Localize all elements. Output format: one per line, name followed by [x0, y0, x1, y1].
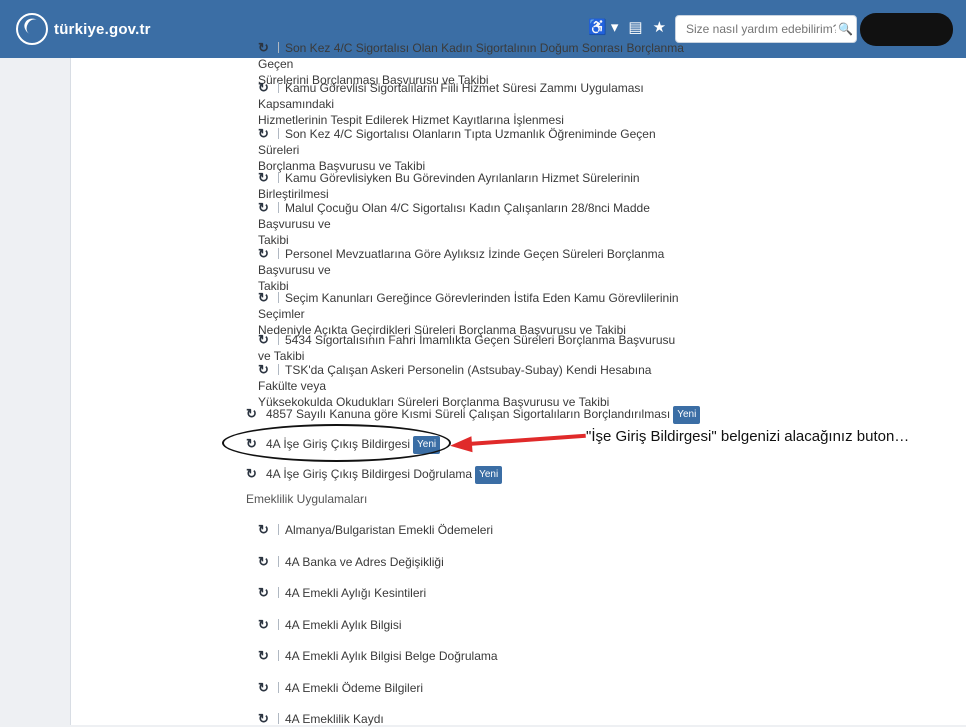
search-input[interactable]	[684, 21, 838, 37]
emeklilik-item[interactable]: Almanya/Bulgaristan Emekli Ödemeleri	[258, 522, 493, 538]
refresh-icon	[258, 80, 272, 96]
service-label: 4A Emekli Aylığı Kesintileri	[285, 586, 427, 600]
separator	[278, 172, 279, 183]
service-label: TSK'da Çalışan Askeri Personelin (Astsub…	[258, 363, 652, 393]
service-label: 4857 Sayılı Kanuna göre Kısmi Süreli Çal…	[266, 407, 671, 421]
service-item[interactable]: Malul Çocuğu Olan 4/C Sigortalısı Kadın …	[258, 200, 688, 248]
service-item[interactable]: Kamu Görevlisiyken Bu Görevinden Ayrılan…	[258, 170, 688, 202]
refresh-icon	[258, 290, 272, 306]
service-item[interactable]: Seçim Kanunları Gereğince Görevlerinden …	[258, 290, 688, 338]
refresh-icon	[258, 617, 272, 633]
separator	[278, 248, 279, 259]
service-item[interactable]: TSK'da Çalışan Askeri Personelin (Astsub…	[258, 362, 688, 410]
id-card-icon[interactable]: ▤	[628, 18, 642, 36]
refresh-icon	[246, 466, 260, 482]
service-item[interactable]: Personel Mevzuatlarına Göre Aylıksız İzi…	[258, 246, 688, 294]
separator	[278, 555, 279, 567]
separator	[278, 364, 279, 375]
refresh-icon	[258, 554, 272, 570]
emeklilik-item[interactable]: 4A Banka ve Adres Değişikliği	[258, 554, 444, 570]
refresh-icon	[258, 40, 272, 56]
service-item[interactable]: Son Kez 4/C Sigortalısı Olanların Tıpta …	[258, 126, 688, 174]
separator	[278, 334, 279, 345]
refresh-icon	[246, 406, 260, 422]
service-label: 5434 Sigortalısının Fahri İmamlıkta Geçe…	[258, 333, 676, 363]
service-label: Seçim Kanunları Gereğince Görevlerinden …	[258, 291, 679, 321]
service-label: 4A Emekli Aylık Bilgisi Belge Doğrulama	[285, 649, 498, 663]
separator	[278, 292, 279, 303]
service-item[interactable]: Kamu Görevlisi Sigortalıların Fiili Hizm…	[258, 80, 688, 128]
site-logo[interactable]: türkiye.gov.tr	[16, 12, 151, 46]
new-badge: Yeni	[475, 466, 503, 484]
emeklilik-item[interactable]: 4A Emekli Aylık Bilgisi	[258, 617, 402, 633]
service-label: 4A Emeklilik Kaydı	[285, 712, 384, 726]
service-label: Almanya/Bulgaristan Emekli Ödemeleri	[285, 523, 494, 537]
highlight-ellipse	[222, 424, 451, 462]
service-item-new[interactable]: 4857 Sayılı Kanuna göre Kısmi Süreli Çal…	[246, 406, 701, 424]
refresh-icon	[258, 332, 272, 348]
emeklilik-item[interactable]: 4A Emekli Ödeme Bilgileri	[258, 680, 423, 696]
emeklilik-item[interactable]: 4A Emekli Aylık Bilgisi Belge Doğrulama	[258, 648, 498, 664]
separator	[278, 524, 279, 535]
refresh-icon	[258, 126, 272, 142]
star-icon[interactable]: ★	[653, 18, 666, 36]
service-label: Kamu Görevlisi Sigortalıların Fiili Hizm…	[258, 81, 644, 111]
annotation-text: "İşe Giriş Bildirgesi" belgenizi alacağı…	[586, 428, 910, 445]
separator	[278, 681, 279, 693]
service-label: 4A Banka ve Adres Değişikliği	[285, 554, 444, 569]
logo-icon	[16, 13, 48, 45]
emeklilik-item[interactable]: 4A Emekli Aylığı Kesintileri	[258, 585, 426, 601]
service-label: Son Kez 4/C Sigortalısı Olanların Tıpta …	[258, 127, 656, 157]
separator	[278, 713, 279, 724]
service-label-line2: Takibi	[258, 233, 289, 247]
service-label: Kamu Görevlisiyken Bu Görevinden Ayrılan…	[258, 171, 640, 201]
service-label: 4A Emekli Aylık Bilgisi	[285, 617, 402, 632]
search-icon[interactable]: 🔍	[838, 22, 853, 36]
separator	[278, 42, 279, 53]
service-label-line2: Hizmetlerinin Tespit Edilerek Hizmet Kay…	[258, 113, 564, 127]
refresh-icon	[258, 170, 272, 186]
new-badge: Yeni	[673, 406, 701, 424]
refresh-icon	[258, 585, 272, 601]
service-label: Personel Mevzuatlarına Göre Aylıksız İzi…	[258, 247, 665, 277]
separator	[278, 128, 279, 139]
refresh-icon	[258, 246, 272, 262]
accessibility-icon[interactable]: ♿ ▾	[588, 18, 618, 36]
separator	[278, 618, 279, 630]
refresh-icon	[258, 680, 272, 696]
section-title-emeklilik: Emeklilik Uygulamaları	[246, 492, 368, 506]
refresh-icon	[258, 200, 272, 216]
separator	[278, 587, 279, 598]
refresh-icon	[258, 648, 272, 664]
service-label: 4A Emekli Ödeme Bilgileri	[285, 680, 424, 695]
annotation-arrow-head	[449, 436, 473, 454]
separator	[278, 202, 279, 213]
search-box: 🔍	[675, 15, 857, 43]
refresh-icon	[258, 362, 272, 378]
separator	[278, 650, 279, 661]
service-item-new[interactable]: 4A İşe Giriş Çıkış Bildirgesi DoğrulamaY…	[246, 466, 503, 484]
user-account-redacted[interactable]	[860, 13, 953, 46]
refresh-icon	[258, 711, 272, 727]
service-label: Son Kez 4/C Sigortalısı Olan Kadın Sigor…	[258, 41, 684, 71]
sidebar-divider	[70, 58, 71, 725]
service-label: Malul Çocuğu Olan 4/C Sigortalısı Kadın …	[258, 201, 650, 231]
logo-text: türkiye.gov.tr	[54, 20, 151, 38]
separator	[278, 82, 279, 93]
service-label: 4A İşe Giriş Çıkış Bildirgesi Doğrulama	[266, 467, 473, 481]
header-tools: ♿ ▾ ▤ ★	[588, 18, 666, 36]
service-item[interactable]: 5434 Sigortalısının Fahri İmamlıkta Geçe…	[258, 332, 688, 364]
refresh-icon	[258, 522, 272, 538]
